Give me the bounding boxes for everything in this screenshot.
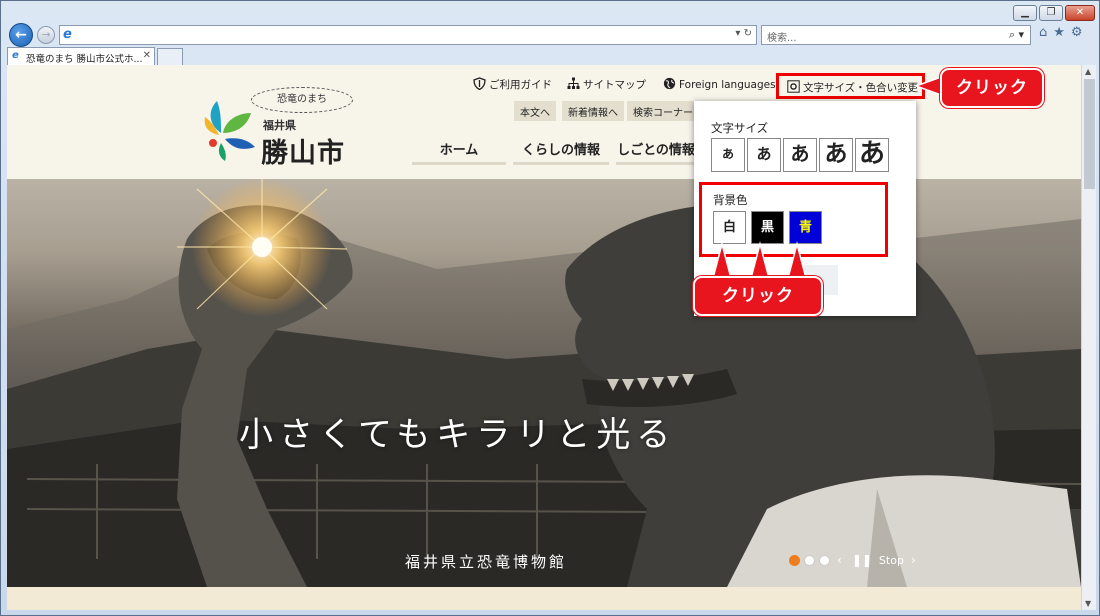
nav-home[interactable]: ホーム [412, 131, 506, 165]
background-color-label: 背景色 [713, 193, 748, 207]
page-viewport: 恐竜のまち 福井県 勝山市 ご利用ガイド サイトマップ Foreign lang… [7, 65, 1081, 610]
slide-stop-label[interactable]: Stop [879, 554, 904, 567]
text-size-color-label: 文字サイズ・色合い変更 [803, 82, 919, 94]
foreign-languages-label: Foreign languages [679, 79, 776, 91]
vertical-scrollbar[interactable]: ▲ ▼ [1081, 65, 1096, 610]
site-logo[interactable]: 恐竜のまち 福井県 勝山市 [203, 87, 373, 169]
close-button[interactable]: ✕ [1065, 5, 1095, 21]
sitemap-link[interactable]: サイトマップ [567, 77, 646, 92]
browser-window: ▁ ❐ ✕ ← → e ▾ ↻ 検索... ⌕ ▾ ⌂ ★ ⚙ e 恐竜のまち … [0, 0, 1100, 616]
address-tools[interactable]: ▾ ↻ [735, 28, 752, 39]
forward-button[interactable]: → [37, 26, 55, 44]
click-callout-bottom: クリック [693, 276, 823, 316]
nav-living[interactable]: くらしの情報 [513, 131, 609, 165]
minimize-button[interactable]: ▁ [1013, 5, 1037, 21]
scroll-up-icon[interactable]: ▲ [1085, 67, 1091, 76]
shield-icon [473, 77, 486, 90]
logo-tagline: 恐竜のまち [251, 87, 353, 113]
click-callout-top: クリック [940, 68, 1044, 108]
toolbar-icons: ⌂ ★ ⚙ [1039, 25, 1083, 40]
browser-tab-active[interactable]: e 恐竜のまち 勝山市公式ホ... ✕ [7, 47, 155, 65]
scrollbar-thumb[interactable] [1084, 79, 1095, 189]
site-header: 恐竜のまち 福井県 勝山市 ご利用ガイド サイトマップ Foreign lang… [7, 65, 1081, 179]
address-bar[interactable]: e ▾ ↻ [59, 25, 757, 45]
slide-next-button[interactable]: › [908, 553, 919, 567]
slide-dot-1[interactable] [789, 554, 800, 566]
tab-title: 恐竜のまち 勝山市公式ホ... [26, 54, 143, 65]
search-placeholder: 検索... [767, 33, 797, 44]
font-size-options: あ あ あ あ あ [711, 138, 889, 172]
jump-to-content-link[interactable]: 本文へ [514, 101, 556, 121]
sitemap-label: サイトマップ [583, 79, 646, 91]
text-size-color-button[interactable]: 文字サイズ・色合い変更 [776, 73, 926, 99]
logo-mark-icon [204, 101, 255, 161]
font-size-button-s[interactable]: あ [747, 138, 781, 172]
font-size-label: 文字サイズ [711, 121, 769, 135]
font-size-button-m[interactable]: あ [783, 138, 817, 172]
search-icon[interactable]: ⌕ ▾ [1009, 28, 1024, 42]
guide-link[interactable]: ご利用ガイド [473, 77, 552, 92]
restore-button[interactable]: ❐ [1039, 5, 1063, 21]
sitemap-icon [567, 77, 580, 89]
scroll-down-icon[interactable]: ▼ [1085, 599, 1091, 608]
tab-strip: e 恐竜のまち 勝山市公式ホ... ✕ [7, 47, 1097, 65]
tab-close-icon[interactable]: ✕ [143, 50, 151, 61]
star-icon[interactable]: ★ [1053, 25, 1065, 40]
slider-controls: ‹ ❚❚ Stop › [789, 553, 919, 567]
page-bottom-band [7, 587, 1081, 610]
jump-to-search-link[interactable]: 検索コーナー [627, 101, 697, 121]
ie-icon: e [63, 27, 72, 42]
slide-prev-button[interactable]: ‹ [834, 553, 845, 567]
hero-slideshow: 小さくてもキラリと光る 福井県立恐竜博物館 ‹ ❚❚ Stop › [7, 179, 1081, 587]
hero-photo [7, 179, 1081, 587]
settings-icon [787, 80, 800, 93]
font-size-button-xl[interactable]: あ [855, 138, 889, 172]
bg-black-button[interactable]: 黒 [751, 211, 784, 244]
jump-to-news-link[interactable]: 新着情報へ [562, 101, 624, 121]
new-tab-button[interactable] [157, 48, 183, 65]
home-icon[interactable]: ⌂ [1039, 25, 1047, 40]
guide-label: ご利用ガイド [489, 79, 552, 91]
slide-dot-2[interactable] [804, 554, 815, 566]
pause-icon[interactable]: ❚❚ [849, 553, 875, 567]
nav-work[interactable]: しごとの情報 [616, 131, 696, 165]
back-button[interactable]: ← [9, 23, 33, 47]
background-color-options: 白 黒 青 [713, 211, 822, 244]
gear-icon[interactable]: ⚙ [1071, 25, 1083, 40]
font-size-button-l[interactable]: あ [819, 138, 853, 172]
bg-white-button[interactable]: 白 [713, 211, 746, 244]
ie-favicon-icon: e [12, 50, 19, 61]
globe-icon [663, 77, 676, 90]
hero-caption: 福井県立恐竜博物館 [405, 553, 568, 571]
slide-dot-3[interactable] [819, 554, 830, 566]
search-input[interactable]: 検索... ⌕ ▾ [761, 25, 1031, 45]
foreign-languages-link[interactable]: Foreign languages [663, 77, 776, 91]
window-controls: ▁ ❐ ✕ [1013, 5, 1095, 21]
navigation-bar: ← → e ▾ ↻ 検索... ⌕ ▾ ⌂ ★ ⚙ [7, 23, 1097, 47]
background-color-section: 背景色 白 黒 青 [699, 182, 888, 257]
hero-title: 小さくてもキラリと光る [239, 415, 677, 455]
bg-blue-button[interactable]: 青 [789, 211, 822, 244]
logo-city-name: 勝山市 [261, 138, 345, 169]
font-size-button-xs[interactable]: あ [711, 138, 745, 172]
